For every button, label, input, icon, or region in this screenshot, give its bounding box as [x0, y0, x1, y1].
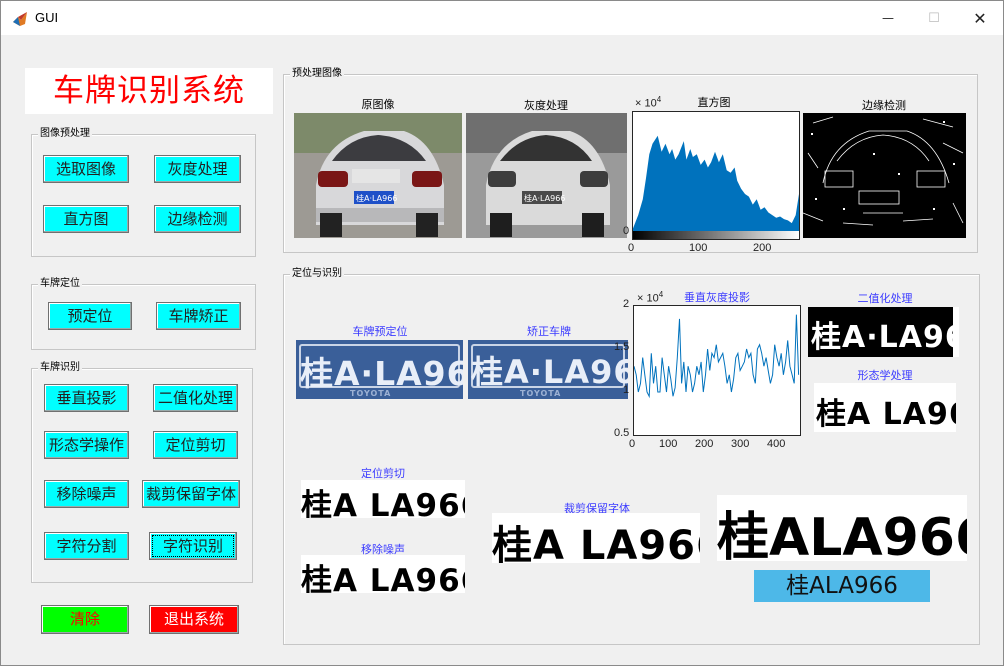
panel-preprocess-title: 图像预处理 [38, 127, 92, 141]
histogram-plot [633, 135, 799, 239]
caption-binarize: 二值化处理 [857, 292, 913, 305]
projection-ytick-2: 2 [623, 298, 630, 310]
histogram-xtick-200: 200 [753, 242, 772, 254]
panel-pre-images-title: 预处理图像 [290, 67, 344, 81]
recognition-result: 桂ALA966 [754, 570, 930, 602]
title-bar: GUI — ☐ ✕ [1, 1, 1003, 35]
morphology-plate-text: 桂A LA966 [816, 397, 956, 432]
histogram-ytick-0: 0 [623, 225, 630, 237]
morphology-plate-image: 桂A LA966 [814, 383, 956, 432]
crop-keep-font-text: 桂A LA966 [492, 523, 700, 563]
caption-histogram: 直方图 [697, 96, 731, 109]
vertical-projection-plot [633, 314, 800, 399]
original-image: 桂A·LA966 [294, 113, 462, 238]
projection-exponent: × 104 [637, 290, 664, 305]
char-recognize-button[interactable]: 字符识别 [149, 532, 237, 560]
vertical-projection-chart [633, 305, 801, 436]
pre-locate-button[interactable]: 预定位 [48, 302, 132, 330]
matlab-icon [13, 12, 27, 26]
cropped-plate-text: 桂A LA966| [301, 488, 465, 518]
caption-corrected: 矫正车牌 [527, 325, 571, 338]
caption-grayscale: 灰度处理 [524, 99, 568, 112]
segmented-chars-image: 桂ALA966 [717, 495, 967, 561]
car-photo: 桂A·LA966 [294, 113, 462, 238]
projection-line [633, 314, 800, 399]
maximize-button[interactable]: ☐ [911, 1, 957, 35]
window-title: GUI [35, 10, 59, 25]
projection-xtick-0: 0 [629, 438, 636, 450]
crop-keep-font-button[interactable]: 裁剪保留字体 [142, 480, 240, 508]
histogram-chart [632, 111, 800, 240]
maximize-icon: ☐ [928, 10, 940, 26]
histogram-button[interactable]: 直方图 [43, 205, 129, 233]
binarized-plate-image: 桂A·LA966 [808, 307, 959, 357]
caption-original: 原图像 [361, 98, 395, 111]
close-icon: ✕ [973, 8, 987, 28]
close-button[interactable]: ✕ [957, 1, 1003, 35]
panel-locate-title: 车牌定位 [38, 277, 82, 291]
histogram-xtick-100: 100 [689, 242, 708, 254]
caption-morphology: 形态学处理 [857, 369, 913, 382]
pre-located-plate-brand: TOYOTA [350, 389, 392, 398]
histogram-gray-ramp [633, 231, 799, 239]
morphology-button[interactable]: 形态学操作 [44, 431, 129, 459]
corrected-plate-text: 桂A·LA966 [471, 353, 628, 391]
car-gray-photo: 桂A·LA966 [466, 113, 627, 238]
edge-map [803, 116, 964, 226]
caption-crop: 定位剪切 [361, 467, 405, 480]
projection-ytick-1-5: 1.5 [614, 341, 630, 353]
denoised-plate-image: 桂A LA966| [301, 555, 465, 593]
exit-button[interactable]: 退出系统 [149, 605, 239, 634]
binarized-plate-text: 桂A·LA966 [811, 320, 959, 355]
edge-detect-button[interactable]: 边缘检测 [154, 205, 241, 233]
minimize-button[interactable]: — [865, 1, 911, 35]
caption-edge: 边缘检测 [862, 99, 906, 112]
client-area: 车牌识别系统 图像预处理 选取图像 灰度处理 直方图 边缘检测 车牌定位 预定位… [1, 35, 1003, 665]
projection-ytick-0-5: 0.5 [614, 427, 630, 439]
pre-located-plate-text: 桂A·LA966 [300, 354, 463, 393]
corrected-plate-image: 桂A·LA966 TOYOTA [468, 340, 628, 399]
panel-preprocess: 图像预处理 选取图像 灰度处理 直方图 边缘检测 [31, 127, 256, 257]
app-title: 车牌识别系统 [25, 68, 273, 114]
edge-image [803, 113, 966, 238]
locate-crop-button[interactable]: 定位剪切 [153, 431, 238, 459]
char-segment-button[interactable]: 字符分割 [44, 532, 129, 560]
corrected-plate-brand: TOYOTA [520, 389, 562, 398]
projection-xtick-300: 300 [731, 438, 750, 450]
panel-plate-recognize: 车牌识别 垂直投影 二值化处理 形态学操作 定位剪切 移除噪声 裁剪保留字体 字… [31, 361, 253, 583]
denoised-plate-text: 桂A LA966| [301, 563, 465, 593]
pre-located-plate-image: 桂A·LA966 TOYOTA [296, 340, 463, 399]
gray-plate-text: 桂A·LA966 [524, 193, 565, 203]
cropped-plate-image: 桂A LA966| [301, 480, 465, 518]
projection-xtick-100: 100 [659, 438, 678, 450]
histogram-exponent: × 104 [635, 95, 662, 110]
projection-xtick-200: 200 [695, 438, 714, 450]
remove-noise-button[interactable]: 移除噪声 [44, 480, 129, 508]
minimize-icon: — [882, 11, 894, 25]
caption-pre-locate: 车牌预定位 [352, 325, 408, 338]
panel-plate-locate: 车牌定位 预定位 车牌矫正 [31, 277, 256, 350]
plate-correct-button[interactable]: 车牌矫正 [156, 302, 241, 330]
histogram-xtick-0: 0 [628, 242, 635, 254]
panel-recognize-title: 车牌识别 [38, 361, 82, 375]
histogram-area [633, 135, 799, 231]
projection-ytick-1: 1 [623, 384, 630, 396]
panel-locate-recog-title: 定位与识别 [290, 267, 344, 281]
crop-keep-font-image: 桂A LA966 [492, 513, 700, 563]
caption-vertical-projection: 垂直灰度投影 [684, 291, 750, 304]
grayscale-image: 桂A·LA966 [466, 113, 627, 238]
grayscale-button[interactable]: 灰度处理 [154, 155, 241, 183]
vertical-projection-button[interactable]: 垂直投影 [44, 384, 129, 412]
clear-button[interactable]: 清除 [41, 605, 129, 634]
original-plate-text: 桂A·LA966 [356, 193, 397, 203]
select-image-button[interactable]: 选取图像 [43, 155, 129, 183]
segmented-chars-text: 桂ALA966 [717, 508, 967, 561]
projection-xtick-400: 400 [767, 438, 786, 450]
app-window: GUI — ☐ ✕ 车牌识别系统 图像预处理 选取图像 灰度处理 直方图 边缘检… [0, 0, 1004, 666]
binarize-button[interactable]: 二值化处理 [153, 384, 238, 412]
